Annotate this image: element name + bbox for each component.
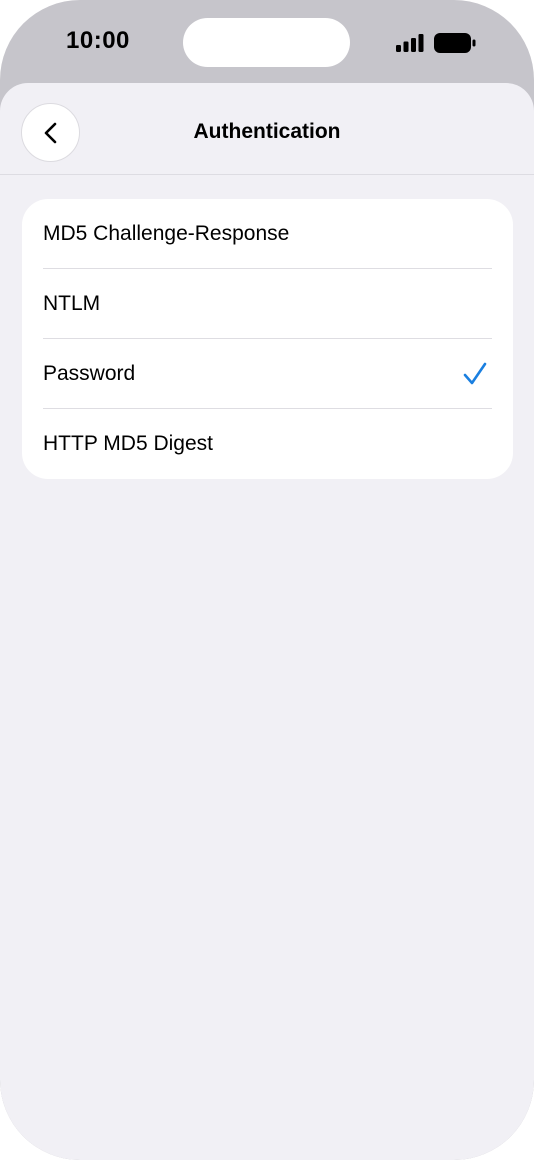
dynamic-island (183, 18, 350, 67)
page-title: Authentication (193, 120, 341, 143)
phone-frame: 10:00 Authentication MD5 Challenge-Respo… (0, 0, 534, 1160)
screen: Authentication MD5 Challenge-Response NT… (0, 83, 534, 1160)
option-label: Password (43, 362, 136, 385)
status-bar: 10:00 (0, 0, 534, 84)
option-label: NTLM (43, 292, 101, 315)
option-md5-challenge-response[interactable]: MD5 Challenge-Response (22, 199, 513, 269)
battery-full-icon (434, 33, 476, 53)
signal-bars-icon (396, 34, 424, 52)
status-time: 10:00 (66, 27, 130, 54)
option-label: MD5 Challenge-Response (43, 222, 290, 245)
option-http-md5-digest[interactable]: HTTP MD5 Digest (22, 409, 513, 479)
option-ntlm[interactable]: NTLM (22, 269, 513, 339)
navigation-bar: Authentication (0, 83, 534, 175)
checkmark-icon (463, 362, 487, 385)
option-label: HTTP MD5 Digest (43, 432, 213, 455)
option-password[interactable]: Password (22, 339, 513, 409)
authentication-options-list: MD5 Challenge-Response NTLM Password HTT… (22, 199, 513, 479)
